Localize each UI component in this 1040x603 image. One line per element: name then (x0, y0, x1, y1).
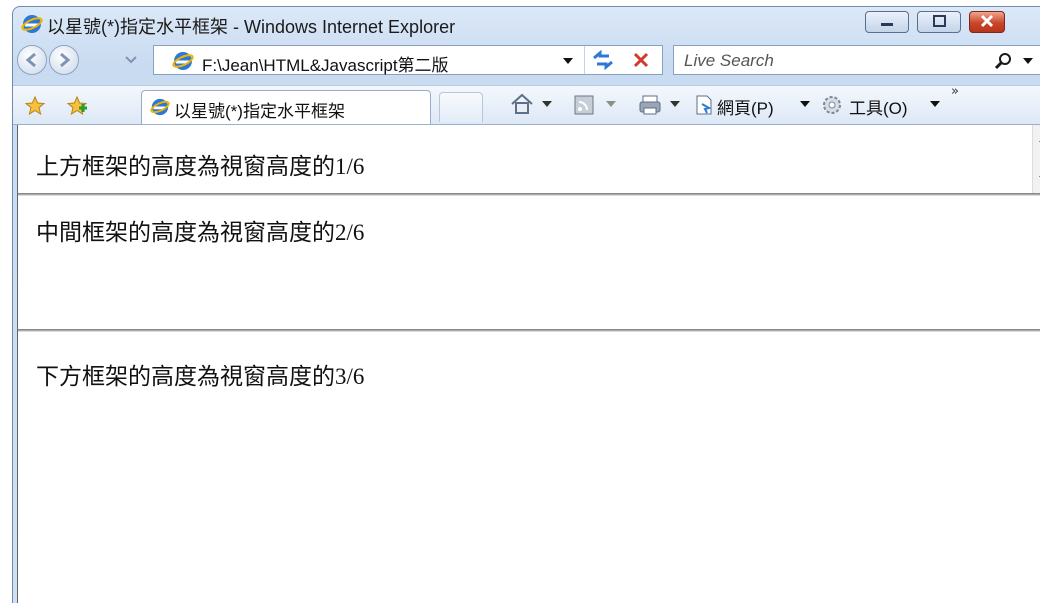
page-ie-icon (172, 52, 194, 70)
chevron-more-icon[interactable]: » (951, 84, 959, 99)
address-dropdown-icon[interactable] (562, 56, 574, 66)
tools-dropdown-icon[interactable] (929, 100, 941, 110)
frame-divider-bottom[interactable] (18, 329, 1040, 332)
refresh-button[interactable] (584, 46, 621, 74)
frame-divider-top[interactable] (18, 193, 1040, 196)
search-icon[interactable] (994, 52, 1014, 70)
top-frame: 上方框架的高度為視窗高度的1/6 (18, 125, 1040, 193)
back-button[interactable] (17, 45, 47, 75)
middle-frame: 中間框架的高度為視窗高度的2/6 (18, 197, 1040, 329)
history-dropdown-icon[interactable] (125, 55, 137, 65)
search-dropdown-icon[interactable] (1022, 56, 1034, 66)
feeds-icon[interactable] (573, 94, 595, 116)
close-icon (980, 14, 994, 28)
top-frame-text: 上方框架的高度為視窗高度的1/6 (36, 154, 365, 179)
arrow-left-icon (25, 52, 36, 68)
stop-button[interactable] (622, 46, 662, 74)
maximize-icon (933, 15, 946, 27)
home-dropdown-icon[interactable] (541, 100, 553, 110)
page-icon[interactable] (693, 94, 715, 116)
browser-window: 以星號(*)指定水平框架 - Windows Internet Explorer… (12, 6, 1040, 603)
arrow-right-icon (60, 52, 71, 68)
home-icon[interactable] (509, 92, 535, 116)
forward-button[interactable] (49, 45, 79, 75)
top-frame-scrollbar[interactable] (1032, 125, 1040, 193)
address-bar[interactable]: F:\Jean\HTML&Javascript第二版 (153, 45, 663, 75)
search-box[interactable]: Live Search (673, 45, 1040, 75)
print-icon[interactable] (637, 94, 663, 116)
new-tab-button[interactable] (439, 92, 483, 122)
tab-ie-icon (150, 98, 170, 116)
title-bar: 以星號(*)指定水平框架 - Windows Internet Explorer (13, 7, 1040, 41)
tools-menu-label[interactable]: 工具(O) (849, 94, 908, 119)
page-dropdown-icon[interactable] (799, 100, 811, 110)
refresh-icon (593, 49, 613, 71)
gear-icon[interactable] (821, 94, 843, 116)
print-dropdown-icon[interactable] (669, 100, 681, 110)
address-text[interactable]: F:\Jean\HTML&Javascript第二版 (202, 51, 449, 76)
window-title: 以星號(*)指定水平框架 - Windows Internet Explorer (47, 17, 456, 37)
tab-label: 以星號(*)指定水平框架 (174, 102, 345, 121)
favorites-star-icon[interactable] (25, 96, 45, 116)
page-menu-label[interactable]: 網頁(P) (717, 94, 774, 119)
middle-frame-text: 中間框架的高度為視窗高度的2/6 (36, 220, 365, 245)
navigation-bar: F:\Jean\HTML&Javascript第二版 Live Search (13, 43, 1040, 83)
search-input[interactable]: Live Search (684, 51, 774, 71)
minimize-button[interactable] (865, 11, 909, 33)
bottom-frame-text: 下方框架的高度為視窗高度的3/6 (36, 364, 365, 389)
tab-active[interactable]: 以星號(*)指定水平框架 (141, 90, 431, 124)
stop-icon (633, 52, 649, 68)
content-area: 上方框架的高度為視窗高度的1/6 中間框架的高度為視窗高度的2/6 下方框架的高… (17, 125, 1040, 603)
bottom-frame: 下方框架的高度為視窗高度的3/6 (18, 333, 1040, 603)
feeds-dropdown-icon[interactable] (605, 100, 617, 110)
tab-bar: 以星號(*)指定水平框架 網頁(P) 工具(O) » (13, 84, 1040, 125)
minimize-icon (881, 23, 893, 26)
ie-logo-icon (21, 15, 43, 33)
maximize-button[interactable] (917, 11, 961, 33)
add-favorites-icon[interactable] (67, 96, 89, 116)
close-button[interactable] (969, 11, 1005, 33)
